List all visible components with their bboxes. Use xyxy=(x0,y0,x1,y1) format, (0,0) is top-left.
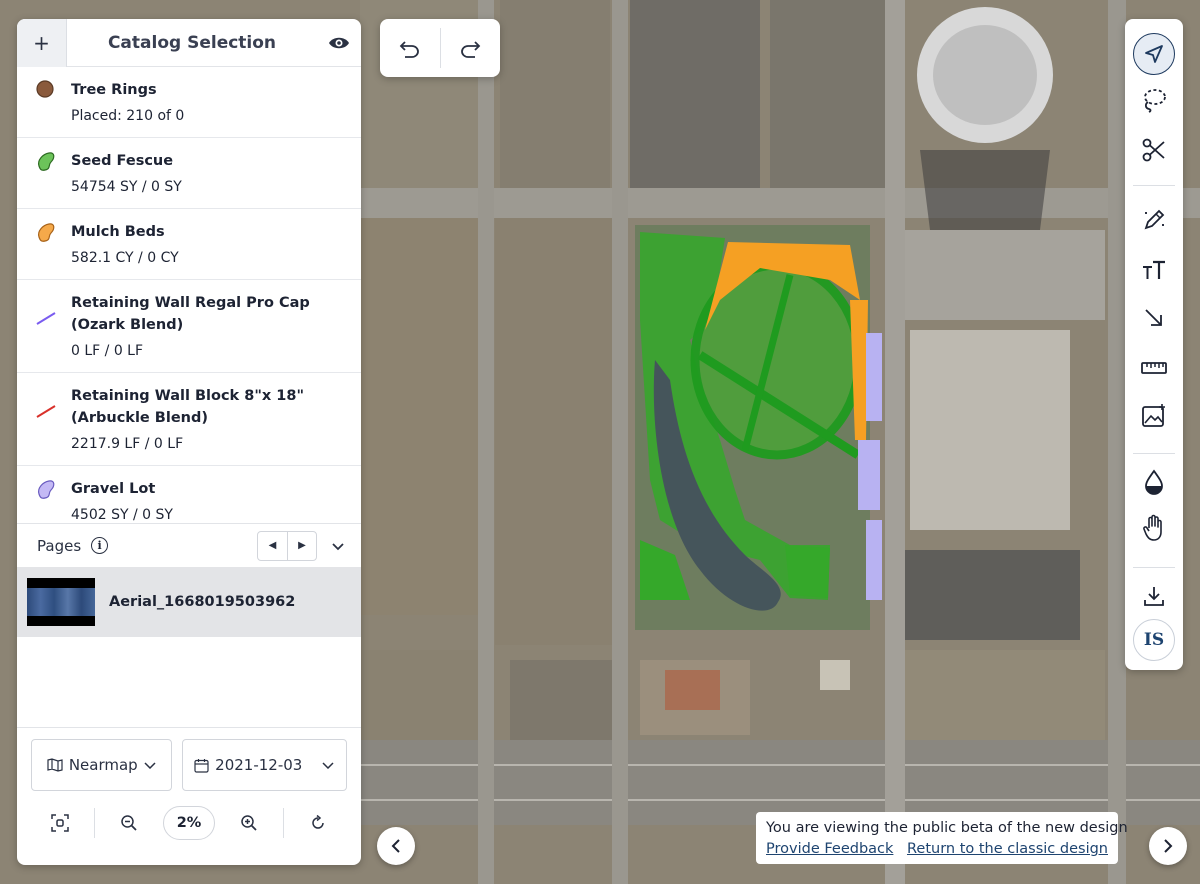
expand-toolbar-button[interactable] xyxy=(1149,827,1187,865)
calendar-icon xyxy=(194,758,209,773)
catalog-item-mulch-beds[interactable]: Mulch Beds 582.1 CY / 0 CY xyxy=(17,209,361,280)
pencil-sparkle-icon xyxy=(1144,209,1165,230)
catalog-item-name: Tree Rings xyxy=(71,82,157,98)
arrow-icon xyxy=(1145,309,1162,326)
select-tool[interactable] xyxy=(1133,33,1175,75)
undo-icon xyxy=(399,41,419,58)
pan-tool[interactable] xyxy=(1133,507,1175,549)
catalog-list: Tree Rings Placed: 210 of 0 Seed Fescue 54… xyxy=(17,67,361,523)
classic-design-link[interactable]: Return to the classic design xyxy=(907,838,1108,860)
catalog-item-name: Seed Fescue xyxy=(71,153,174,169)
add-image-tool[interactable] xyxy=(1133,395,1175,437)
add-image-icon xyxy=(1142,404,1165,427)
fill-tool[interactable] xyxy=(1133,461,1175,503)
redo-button[interactable] xyxy=(441,19,501,77)
page-pager: ◀ ▶ xyxy=(257,530,317,561)
catalog-item-seed-fescue[interactable]: Seed Fescue 54754 SY / 0 SY xyxy=(17,138,361,209)
page-name: Aerial_1668019503962 xyxy=(109,594,296,610)
catalog-item-qty: 2217.9 LF / 0 LF xyxy=(71,436,184,452)
download-button[interactable] xyxy=(1133,575,1175,617)
chevron-left-icon xyxy=(391,839,400,853)
pages-bar: Pages i ◀ ▶ xyxy=(17,523,361,567)
zoom-out-button[interactable] xyxy=(104,805,154,841)
chevron-right-icon xyxy=(1164,839,1173,853)
catalog-item-name: Retaining Wall Block 8"x 18" (Arbuckle B… xyxy=(71,388,305,426)
chevron-down-icon xyxy=(144,762,156,769)
lasso-tool[interactable] xyxy=(1133,79,1175,121)
collapse-panel-button[interactable] xyxy=(377,827,415,865)
page-item[interactable]: Aerial_1668019503962 xyxy=(17,567,361,637)
hand-icon xyxy=(1143,514,1162,541)
panel-header: + Catalog Selection xyxy=(17,19,361,67)
collapse-pages-button[interactable] xyxy=(329,541,347,551)
text-size-icon xyxy=(1143,260,1165,279)
catalog-item-qty: 0 LF / 0 LF xyxy=(71,343,144,359)
chevron-down-icon xyxy=(322,762,334,769)
imagery-source-value: Nearmap xyxy=(68,756,138,774)
visibility-toggle[interactable] xyxy=(317,35,361,51)
arrow-tool[interactable] xyxy=(1133,297,1175,339)
panel-footer: Nearmap 2021-12-03 2% xyxy=(17,727,361,865)
water-drop-icon xyxy=(1145,469,1163,495)
panel-title: Catalog Selection xyxy=(107,32,277,53)
imagery-date-select[interactable]: 2021-12-03 xyxy=(181,739,347,791)
map-icon xyxy=(47,758,63,772)
user-badge[interactable]: IS xyxy=(1133,619,1175,661)
select-arrow-icon xyxy=(1145,45,1163,63)
undo-button[interactable] xyxy=(380,19,440,77)
zoom-out-icon xyxy=(121,815,137,831)
catalog-item-tree-rings[interactable]: Tree Rings Placed: 210 of 0 xyxy=(17,67,361,138)
tree-ring-dot-icon xyxy=(36,80,54,98)
fit-screen-icon xyxy=(51,814,69,832)
ruler-icon xyxy=(1141,362,1167,374)
chevron-down-icon xyxy=(332,542,344,550)
imagery-date-value: 2021-12-03 xyxy=(215,756,303,774)
area-blob-icon xyxy=(38,152,55,171)
undo-redo-group xyxy=(380,19,500,77)
beta-message: You are viewing the public beta of the n… xyxy=(766,820,1128,836)
cut-tool[interactable] xyxy=(1133,129,1175,171)
area-blob-icon xyxy=(38,480,55,499)
catalog-item-retaining-wall-block[interactable]: Retaining Wall Block 8"x 18" (Arbuckle B… xyxy=(17,373,361,466)
catalog-item-qty: 54754 SY / 0 SY xyxy=(71,179,182,195)
catalog-item-qty: 582.1 CY / 0 CY xyxy=(71,250,179,266)
catalog-panel: + Catalog Selection Tree Rings Placed: 21… xyxy=(17,19,361,865)
add-catalog-button[interactable]: + xyxy=(17,19,67,67)
measure-tool[interactable] xyxy=(1133,347,1175,389)
area-blob-icon xyxy=(38,223,55,242)
page-thumbnail xyxy=(27,578,95,626)
scissors-icon xyxy=(1142,138,1165,162)
rotate-button[interactable] xyxy=(293,805,343,841)
catalog-item-name: Retaining Wall Regal Pro Cap (Ozark Blen… xyxy=(71,295,310,333)
catalog-item-qty: Placed: 210 of 0 xyxy=(71,108,185,124)
catalog-item-retaining-wall-regal[interactable]: Retaining Wall Regal Pro Cap (Ozark Blen… xyxy=(17,280,361,373)
zoom-in-button[interactable] xyxy=(224,805,274,841)
provide-feedback-link[interactable]: Provide Feedback xyxy=(766,838,893,860)
tools-toolbar: IS xyxy=(1125,19,1183,670)
eye-icon xyxy=(329,37,349,48)
line-symbol-icon xyxy=(36,312,56,325)
pages-label: Pages xyxy=(37,536,82,555)
rotate-icon xyxy=(312,814,324,829)
lasso-icon xyxy=(1144,89,1166,113)
fit-to-screen-button[interactable] xyxy=(35,805,85,841)
line-symbol-icon xyxy=(36,405,56,418)
catalog-item-gravel-lot[interactable]: Gravel Lot 4502 SY / 0 SY xyxy=(17,466,361,523)
draw-tool[interactable] xyxy=(1133,199,1175,241)
imagery-source-select[interactable]: Nearmap xyxy=(31,739,172,791)
info-icon[interactable]: i xyxy=(91,537,109,554)
download-icon xyxy=(1144,587,1164,606)
catalog-item-name: Mulch Beds xyxy=(71,224,165,240)
next-page-button[interactable]: ▶ xyxy=(287,531,316,560)
redo-icon xyxy=(461,41,481,58)
catalog-item-name: Gravel Lot xyxy=(71,481,156,497)
catalog-item-qty: 4502 SY / 0 SY xyxy=(71,507,173,523)
beta-notice: You are viewing the public beta of the n… xyxy=(756,812,1128,864)
prev-page-button[interactable]: ◀ xyxy=(258,532,287,560)
zoom-in-icon xyxy=(241,815,257,831)
zoom-level: 2% xyxy=(163,806,215,840)
text-tool[interactable] xyxy=(1133,249,1175,291)
